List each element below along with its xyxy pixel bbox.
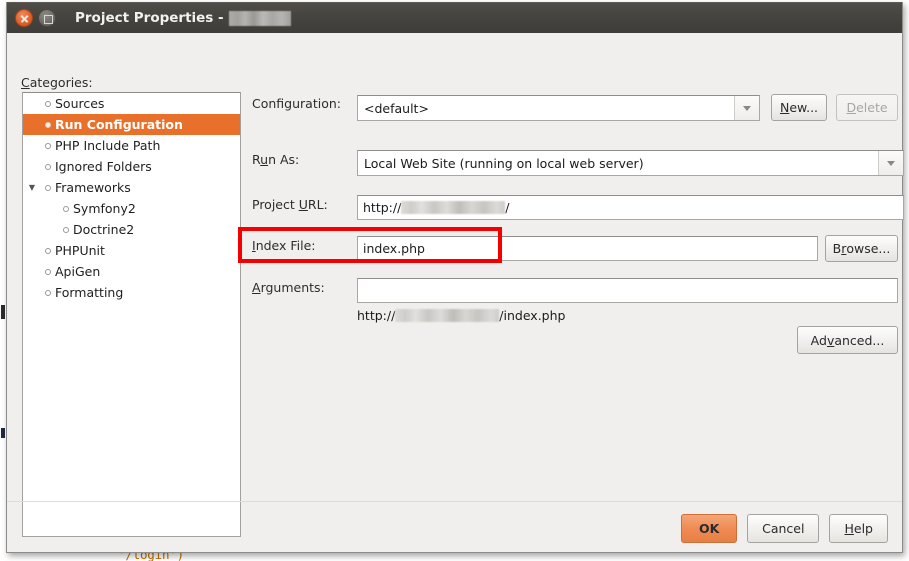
bullet-icon [59,205,73,212]
configuration-combobox[interactable]: <default> [357,95,760,121]
ok-button[interactable]: OK [681,514,738,543]
category-item-label: Sources [55,96,105,111]
run-as-label: Run As: [252,152,300,167]
project-url-label: Project URL: [252,197,328,212]
footer-separator [7,501,902,502]
redacted-project-name [229,10,292,26]
new-button-label: ew... [789,100,819,115]
project-properties-dialog: Project Properties - Categories: Sources… [6,2,904,553]
categories-list[interactable]: Sources Run Configuration PHP Include Path… [22,92,241,537]
category-item-symfony2[interactable]: Symfony2 [23,198,240,219]
resulting-url-preview: http:// /index.php [357,304,565,326]
project-url-suffix: / [505,200,510,215]
category-item-label: Doctrine2 [73,222,135,237]
chevron-down-icon[interactable] [878,151,903,175]
category-item-label: PHP Include Path [55,138,161,153]
bullet-icon [41,268,55,275]
category-item-frameworks[interactable]: ▼ Frameworks [23,177,240,198]
category-item-label: Frameworks [55,180,131,195]
run-configuration-pane: Configuration: <default> New... Delete R… [252,73,904,491]
category-item-apigen[interactable]: ApiGen [23,261,240,282]
index-file-value: index.php [363,241,425,256]
chevron-down-icon[interactable] [734,96,759,120]
bullet-icon [41,163,55,170]
background-editor-marker [1,305,5,319]
cancel-button[interactable]: Cancel [747,514,820,543]
category-item-label: Symfony2 [73,201,136,216]
category-item-ignored-folders[interactable]: Ignored Folders [23,156,240,177]
result-url-suffix: /index.php [499,307,566,323]
index-file-label: Index File: [252,238,316,253]
project-url-prefix: http:// [363,200,402,215]
category-item-phpunit[interactable]: PHPUnit [23,240,240,261]
bullet-icon [41,121,55,128]
configuration-label: Configuration: [252,96,341,111]
bullet-icon [41,184,55,191]
category-item-php-include-path[interactable]: PHP Include Path [23,135,240,156]
delete-button-label: elete [856,100,888,115]
bullet-icon [41,142,55,149]
redacted-host [395,308,500,322]
category-item-run-configuration[interactable]: Run Configuration [23,114,240,135]
category-item-label: Formatting [55,285,124,300]
redacted-host [401,201,506,214]
delete-configuration-button[interactable]: Delete [836,94,898,121]
category-item-sources[interactable]: Sources [23,93,240,114]
dialog-footer: OK Cancel Help [681,514,888,543]
background-editor-marker [1,428,5,438]
bullet-icon [41,100,55,107]
run-as-combobox[interactable]: Local Web Site (running on local web ser… [357,150,904,176]
dialog-title-text: Project Properties - [75,10,229,26]
browse-button[interactable]: Br owse... [825,235,898,262]
advanced-button[interactable]: Ad v anced... [797,326,898,354]
project-url-input[interactable]: http:// / [357,195,904,220]
category-item-label: ApiGen [55,264,101,279]
help-button-mnemonic: H [844,521,854,536]
category-item-label: PHPUnit [55,243,105,258]
expand-toggle-icon[interactable]: ▼ [23,183,41,192]
arguments-input[interactable] [357,278,898,303]
bullet-icon [41,289,55,296]
close-icon[interactable] [15,9,33,27]
help-button[interactable]: Help [829,514,888,543]
category-item-formatting[interactable]: Formatting [23,282,240,303]
cancel-button-label: Cancel [762,521,805,536]
bullet-icon [41,247,55,254]
result-url-prefix: http:// [357,307,396,323]
category-item-label: Run Configuration [55,117,183,132]
new-configuration-button[interactable]: New... [771,94,827,121]
new-button-mnemonic: N [779,100,790,115]
index-file-input[interactable]: index.php [357,236,818,261]
run-as-value: Local Web Site (running on local web ser… [364,155,644,171]
arguments-label: Arguments: [252,280,325,295]
dialog-titlebar: Project Properties - [7,2,902,33]
delete-button-mnemonic: D [846,100,857,115]
bullet-icon [59,226,73,233]
category-item-label: Ignored Folders [55,159,152,174]
dialog-title: Project Properties - [75,10,292,26]
configuration-value: <default> [364,100,429,116]
categories-label: Categories: [21,75,93,90]
help-button-label: elp [853,521,873,536]
maximize-icon[interactable] [38,9,56,27]
category-item-doctrine2[interactable]: Doctrine2 [23,219,240,240]
dialog-body: Categories: Sources Run Configuration PHP … [7,33,904,553]
ok-button-label: OK [698,521,720,536]
